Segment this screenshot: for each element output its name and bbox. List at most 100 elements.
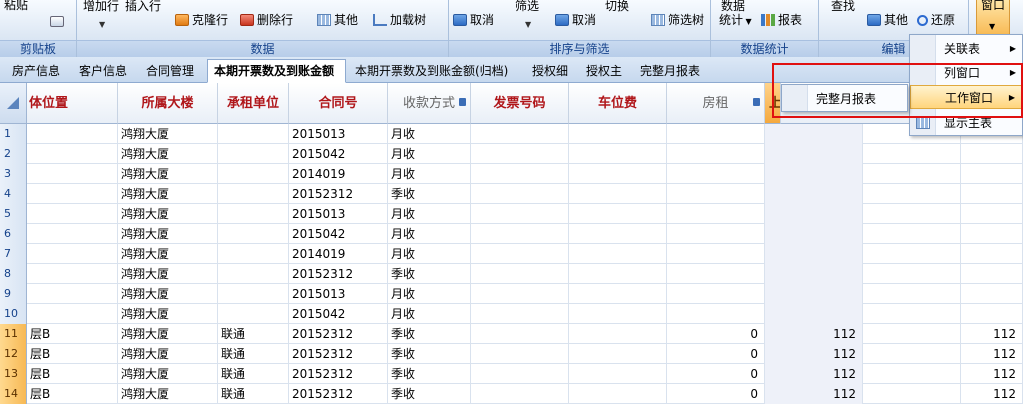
cell-parking-fee[interactable] — [569, 384, 667, 404]
cell-previous-amount[interactable] — [765, 264, 863, 284]
edit-other-button[interactable]: 其他 — [867, 11, 908, 29]
row-number[interactable]: 7 — [0, 244, 27, 264]
table-row[interactable]: 5 鸿翔大厦 2015013 月收 — [0, 204, 1023, 224]
cell-parking-fee[interactable] — [569, 284, 667, 304]
find-button[interactable]: 查找 — [831, 0, 855, 15]
cell-contract-no[interactable]: 20152312 — [289, 344, 388, 364]
cell-invoice-no[interactable] — [471, 124, 569, 144]
cell-contract-no[interactable]: 2015042 — [289, 144, 388, 164]
cell-parking-fee[interactable] — [569, 224, 667, 244]
row-number[interactable]: 13 — [0, 364, 27, 384]
delete-row-button[interactable]: 删除行 — [240, 11, 293, 29]
cell-amount-right[interactable]: 112 — [961, 344, 1023, 364]
cell-previous-amount[interactable]: 112 — [765, 384, 863, 404]
data-other-button[interactable]: 其他 — [317, 11, 358, 29]
cell-building[interactable]: 鸿翔大厦 — [118, 144, 218, 164]
col-header-parking-fee[interactable]: 车位费 — [569, 83, 667, 124]
cell-previous-amount[interactable]: 112 — [765, 324, 863, 344]
row-number[interactable]: 4 — [0, 184, 27, 204]
cell-building[interactable]: 鸿翔大厦 — [118, 164, 218, 184]
cell-rent[interactable]: 0 — [667, 324, 765, 344]
data-stats-button-2[interactable]: 统计 ▼ — [719, 11, 752, 29]
table-row[interactable]: 8 鸿翔大厦 20152312 季收 — [0, 264, 1023, 284]
cell-tenant[interactable]: 联通 — [218, 344, 289, 364]
row-number[interactable]: 9 — [0, 284, 27, 304]
col-header-payment-method[interactable]: 收款方式 — [388, 83, 471, 124]
table-row[interactable]: 4 鸿翔大厦 20152312 季收 — [0, 184, 1023, 204]
cell-building[interactable]: 鸿翔大厦 — [118, 324, 218, 344]
row-number[interactable]: 1 — [0, 124, 27, 144]
table-row[interactable]: 11 层B 鸿翔大厦 联通 20152312 季收 0 112 112 — [0, 324, 1023, 344]
cell-previous-amount[interactable] — [765, 304, 863, 324]
col-header-position[interactable]: 体位置 — [27, 83, 118, 124]
col-header-contract-no[interactable]: 合同号 — [289, 83, 388, 124]
cell-rent[interactable] — [667, 204, 765, 224]
cell-building[interactable]: 鸿翔大厦 — [118, 264, 218, 284]
cell-blank[interactable] — [863, 204, 961, 224]
row-number[interactable]: 10 — [0, 304, 27, 324]
cell-payment-method[interactable]: 季收 — [388, 324, 471, 344]
cell-invoice-no[interactable] — [471, 184, 569, 204]
cell-parking-fee[interactable] — [569, 364, 667, 384]
cell-payment-method[interactable]: 月收 — [388, 284, 471, 304]
cell-tenant[interactable]: 联通 — [218, 384, 289, 404]
row-number[interactable]: 3 — [0, 164, 27, 184]
cancel-sort-button[interactable]: 取消 — [453, 11, 494, 29]
cell-parking-fee[interactable] — [569, 204, 667, 224]
cell-blank[interactable] — [863, 264, 961, 284]
cell-position[interactable] — [27, 284, 118, 304]
cell-contract-no[interactable]: 2015013 — [289, 284, 388, 304]
col-header-previous[interactable]: 上 — [765, 83, 781, 124]
cell-building[interactable]: 鸿翔大厦 — [118, 224, 218, 244]
cell-blank[interactable] — [863, 144, 961, 164]
cell-amount-right[interactable] — [961, 164, 1023, 184]
cell-rent[interactable]: 0 — [667, 364, 765, 384]
cell-amount-right[interactable] — [961, 184, 1023, 204]
select-all-corner[interactable] — [0, 83, 27, 124]
toggle-button[interactable]: 切换 — [605, 0, 629, 15]
cell-amount-right[interactable] — [961, 304, 1023, 324]
cell-rent[interactable] — [667, 144, 765, 164]
row-number[interactable]: 12 — [0, 344, 27, 364]
tab-contract-management[interactable]: 合同管理 — [140, 60, 200, 83]
submenu-item-full-monthly-report[interactable]: 完整月报表 — [782, 87, 907, 111]
cell-blank[interactable] — [863, 304, 961, 324]
cell-invoice-no[interactable] — [471, 364, 569, 384]
cell-contract-no[interactable]: 20152312 — [289, 184, 388, 204]
cell-amount-right[interactable]: 112 — [961, 384, 1023, 404]
cell-blank[interactable] — [863, 384, 961, 404]
cell-building[interactable]: 鸿翔大厦 — [118, 184, 218, 204]
cell-building[interactable]: 鸿翔大厦 — [118, 364, 218, 384]
cell-blank[interactable] — [863, 244, 961, 264]
cell-previous-amount[interactable] — [765, 124, 863, 144]
cell-tenant[interactable] — [218, 164, 289, 184]
cell-previous-amount[interactable] — [765, 164, 863, 184]
cell-tenant[interactable] — [218, 204, 289, 224]
cell-tenant[interactable] — [218, 144, 289, 164]
cell-invoice-no[interactable] — [471, 144, 569, 164]
cell-payment-method[interactable]: 季收 — [388, 364, 471, 384]
cell-previous-amount[interactable]: 112 — [765, 364, 863, 384]
table-row[interactable]: 7 鸿翔大厦 2014019 月收 — [0, 244, 1023, 264]
cell-blank[interactable] — [863, 224, 961, 244]
paste-button[interactable]: 粘贴 — [4, 0, 28, 14]
cell-position[interactable]: 层B — [27, 324, 118, 344]
restore-button[interactable]: 还原 — [917, 11, 955, 29]
menu-item-column-window[interactable]: 列窗口 ▶ — [910, 61, 1022, 85]
cell-previous-amount[interactable] — [765, 224, 863, 244]
cell-tenant[interactable] — [218, 124, 289, 144]
cell-amount-right[interactable] — [961, 204, 1023, 224]
table-row[interactable]: 10 鸿翔大厦 2015042 月收 — [0, 304, 1023, 324]
tab-customer-info[interactable]: 客户信息 — [73, 60, 133, 83]
table-row[interactable]: 1 鸿翔大厦 2015013 月收 — [0, 124, 1023, 144]
cell-amount-right[interactable] — [961, 224, 1023, 244]
cell-contract-no[interactable]: 2015013 — [289, 204, 388, 224]
cell-contract-no[interactable]: 2015013 — [289, 124, 388, 144]
cell-blank[interactable] — [863, 344, 961, 364]
cell-tenant[interactable] — [218, 184, 289, 204]
row-number[interactable]: 5 — [0, 204, 27, 224]
add-row-dropdown-icon[interactable]: ▼ — [99, 20, 105, 29]
cell-previous-amount[interactable]: 112 — [765, 344, 863, 364]
table-row[interactable]: 3 鸿翔大厦 2014019 月收 — [0, 164, 1023, 184]
tab-full-monthly-report[interactable]: 完整月报表 — [634, 60, 706, 83]
